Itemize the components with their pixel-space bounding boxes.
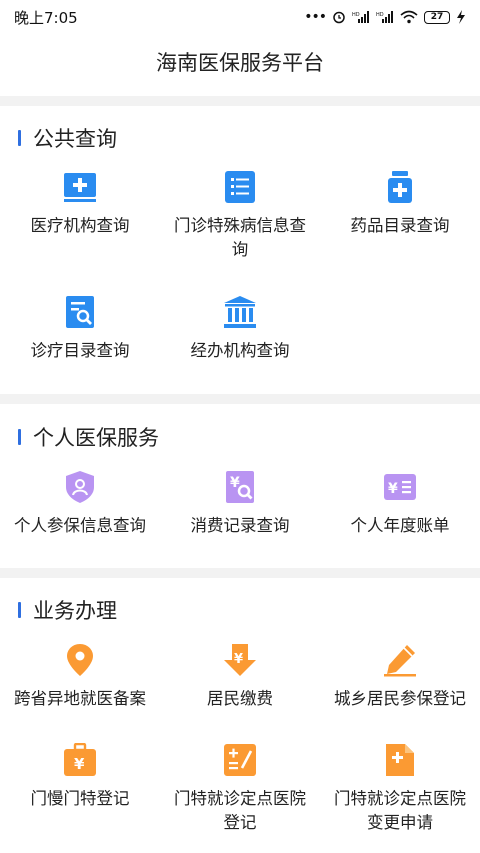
wifi-icon [400,10,418,24]
section-divider [0,394,480,404]
location-pin-icon [63,643,97,677]
grid-item-label: 门特就诊定点医院登记 [174,789,306,832]
edit-pen-icon [383,643,417,677]
section-divider [0,568,480,578]
section-title: 业务办理 [33,599,117,623]
grid-item-label: 城乡居民参保登记 [334,689,466,708]
grid-item-label: 个人年度账单 [350,516,450,535]
page-title: 海南医保服务平台 [156,51,324,75]
section-title: 公共查询 [33,127,117,151]
grid-item-drug-catalog-query[interactable]: 药品目录查询 [320,170,480,238]
shield-user-icon [63,470,97,504]
svg-text:¥: ¥ [74,755,85,773]
battery-icon: 27 [424,10,450,24]
grid-item-consumption-record-query[interactable]: ¥ 消费记录查询 [160,470,320,538]
status-icons: ••• HD HD 27 [304,9,466,25]
grid-item-label: 医疗机构查询 [30,216,130,235]
alarm-icon [333,11,345,24]
section-accent-bar [18,429,21,445]
grid-item-designated-hospital-registration[interactable]: 门特就诊定点医院登记 [160,743,320,835]
grid-item-label: 门诊特殊病信息查询 [174,216,306,259]
grid-item-label: 经办机构查询 [190,341,290,360]
section-header-public-query: 公共查询 [18,123,117,153]
section-title: 个人医保服务 [33,426,159,450]
status-time: 晚上7:05 [14,8,78,27]
section-accent-bar [18,130,21,146]
grid-item-label: 消费记录查询 [190,516,290,535]
svg-text:HD: HD [352,12,360,18]
section-divider [0,96,480,106]
institution-building-icon [223,295,257,329]
grid-item-annual-bill[interactable]: ¥ 个人年度账单 [320,470,480,538]
grid-item-personal-insurance-query[interactable]: 个人参保信息查询 [0,470,160,538]
grid-item-treatment-catalog-query[interactable]: 诊疗目录查询 [0,295,160,363]
grid-item-label: 诊疗目录查询 [30,341,130,360]
more-dots-icon: ••• [304,9,327,25]
yuan-bill-icon: ¥ [383,470,417,504]
grid-item-resident-payment[interactable]: ¥ 居民缴费 [160,643,320,711]
grid-item-special-disease-query[interactable]: 门诊特殊病信息查询 [160,170,320,262]
signal-hd-icon-2: HD [376,11,393,23]
grid-item-resident-insurance-registration[interactable]: 城乡居民参保登记 [320,643,480,711]
yuan-briefcase-icon: ¥ [63,743,97,777]
document-plus-icon [383,743,417,777]
grid-item-label: 药品目录查询 [350,216,450,235]
section-header-personal-service: 个人医保服务 [18,422,159,452]
signal-hd-icon: HD [352,11,369,23]
grid-item-agency-query[interactable]: 经办机构查询 [160,295,320,363]
grid-item-chronic-special-registration[interactable]: ¥ 门慢门特登记 [0,743,160,811]
yuan-search-icon: ¥ [223,470,257,504]
section-header-business: 业务办理 [18,595,117,625]
svg-text:HD: HD [376,12,384,18]
grid-item-label: 门慢门特登记 [30,789,130,808]
charging-icon [457,10,465,24]
svg-text:¥: ¥ [234,652,243,667]
medical-kit-icon [63,170,97,204]
grid-item-label: 跨省异地就医备案 [14,689,146,708]
grid-item-cross-province-filing[interactable]: 跨省异地就医备案 [0,643,160,711]
calculator-icon [223,743,257,777]
medicine-bottle-icon [383,170,417,204]
document-search-icon [63,295,97,329]
yuan-download-icon: ¥ [223,643,257,677]
grid-item-medical-institution-query[interactable]: 医疗机构查询 [0,170,160,238]
section-accent-bar [18,602,21,618]
grid-item-label: 门特就诊定点医院变更申请 [334,789,466,832]
svg-text:¥: ¥ [388,481,398,497]
grid-item-label: 个人参保信息查询 [14,516,146,535]
status-bar: 晚上7:05 ••• HD HD 27 [0,0,480,34]
list-icon [223,170,257,204]
grid-item-designated-hospital-change[interactable]: 门特就诊定点医院变更申请 [320,743,480,835]
grid-item-label: 居民缴费 [207,689,273,708]
